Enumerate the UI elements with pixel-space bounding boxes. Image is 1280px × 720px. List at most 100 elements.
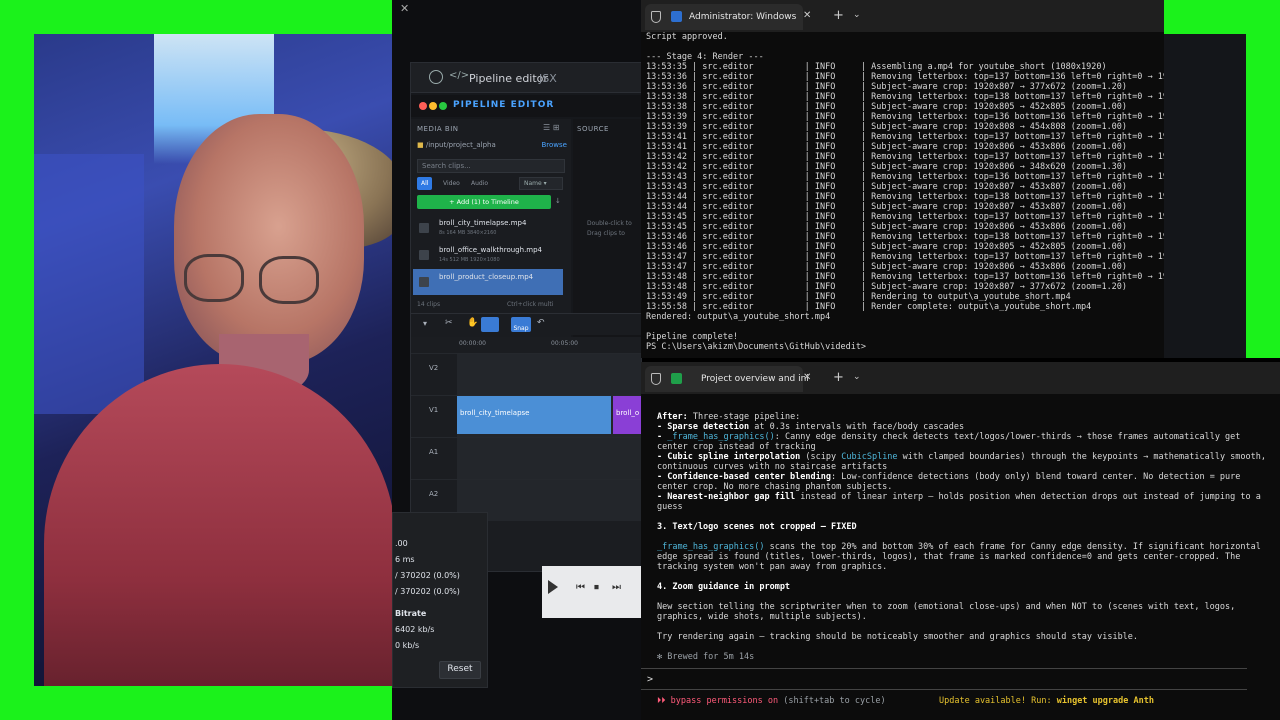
clip-item[interactable]: broll_office_walkthrough.mp4 14s 512 MB … xyxy=(413,242,563,268)
terminal-line: --- Stage 4: Render --- xyxy=(646,52,764,62)
track-label: V1 xyxy=(429,406,439,414)
terminal-line: 13:53:39 | src.editor | INFO | Removing … xyxy=(646,112,1164,122)
filter-video[interactable]: Video xyxy=(439,177,464,190)
powershell-icon xyxy=(671,11,682,22)
track-v2[interactable]: V2 xyxy=(411,353,641,395)
select-tool-icon[interactable]: ▾ xyxy=(423,319,427,328)
terminal-line: 13:53:39 | src.editor | INFO | Subject-a… xyxy=(646,122,1128,132)
editor-title: PIPELINE EDITOR xyxy=(453,100,555,110)
terminal-tab[interactable]: Administrator: Windows PowerShell xyxy=(645,4,803,30)
close-tab-icon[interactable]: ✕ xyxy=(803,372,811,383)
razor-tool-icon[interactable]: ✂ xyxy=(445,318,453,328)
shield-icon xyxy=(651,11,661,23)
clip-item-selected[interactable]: broll_product_closeup.mp4 xyxy=(413,269,563,295)
play-icon[interactable] xyxy=(548,580,558,594)
clip-item[interactable]: broll_city_timelapse.mp4 8s 164 MB 3840×… xyxy=(413,215,563,241)
close-tab-icon[interactable]: ✕ xyxy=(803,10,811,21)
bullet-bold: - Nearest-neighbor gap fill xyxy=(657,492,796,502)
track-v1[interactable]: V1 broll_city_timelapse broll_o xyxy=(411,395,641,437)
bullet-bold: - Sparse detection xyxy=(657,422,750,432)
track-label: A2 xyxy=(429,490,439,498)
terminal-line: 13:53:46 | src.editor | INFO | Subject-a… xyxy=(646,242,1128,252)
prev-icon[interactable]: ⏮ xyxy=(576,582,585,593)
bullet-bold: - Confidence-based center blending xyxy=(657,472,831,482)
code-icon[interactable]: </> xyxy=(449,70,469,81)
track-area[interactable] xyxy=(457,438,641,479)
undo-icon[interactable]: ↶ xyxy=(537,318,545,328)
timeline-clip[interactable]: broll_city_timelapse xyxy=(457,396,611,434)
ripple-tool-icon[interactable] xyxy=(481,317,499,332)
source-hint: Double-click to Drag clips to xyxy=(587,220,632,237)
track-area[interactable] xyxy=(457,354,641,395)
update-command: winget upgrade Anth xyxy=(1056,696,1154,706)
status-line: ⏵⏵ bypass permissions on (shift+tab to c… xyxy=(657,696,886,706)
terminal-line: 13:53:47 | src.editor | INFO | Removing … xyxy=(646,252,1164,262)
timeline-clip[interactable]: broll_o xyxy=(613,396,641,434)
assistant-output[interactable]: After: Three-stage pipeline: - Sparse de… xyxy=(657,402,1267,672)
terminal-line: 13:53:45 | src.editor | INFO | Subject-a… xyxy=(646,222,1128,232)
section-heading: 3. Text/logo scenes not cropped — FIXED xyxy=(657,522,857,532)
terminal-line: 13:53:43 | src.editor | INFO | Removing … xyxy=(646,172,1164,182)
terminal-line: 13:53:48 | src.editor | INFO | Subject-a… xyxy=(646,282,1128,292)
filter-audio[interactable]: Audio xyxy=(467,177,492,190)
add-to-timeline-button[interactable]: + Add (1) to Timeline xyxy=(417,195,551,209)
track-a1[interactable]: A1 xyxy=(411,437,641,479)
hand-tool-icon[interactable]: ✋ xyxy=(467,318,478,328)
stop-icon[interactable]: ⏹ xyxy=(594,582,599,593)
maximize-dot-icon[interactable] xyxy=(439,102,447,110)
terminal-output[interactable]: Script approved. --- Stage 4: Render ---… xyxy=(646,32,1164,352)
terminal-line: Script approved. xyxy=(646,32,728,42)
chevron-down-icon[interactable]: ⌄ xyxy=(853,10,861,20)
timeline-toolbar: ▾ ✂ ✋ Snap ↶ xyxy=(411,313,641,335)
next-icon[interactable]: ⏭ xyxy=(612,582,621,593)
new-tab-icon[interactable]: + xyxy=(833,8,844,23)
terminal-app-icon xyxy=(671,373,682,384)
clip-search-input[interactable]: Search clips... xyxy=(417,159,565,173)
editor-tab[interactable]: </> Pipeline editor JSX xyxy=(411,63,641,93)
terminal-line: 13:53:49 | src.editor | INFO | Rendering… xyxy=(646,292,1071,302)
chevron-down-icon[interactable]: ⌄ xyxy=(853,372,861,382)
bullet-code: _frame_has_graphics() xyxy=(667,432,775,442)
track-area[interactable]: broll_city_timelapse broll_o xyxy=(457,396,641,437)
prompt-input[interactable]: > xyxy=(641,668,1247,690)
ruler-tick: 00:05:00 xyxy=(551,340,578,347)
browse-link[interactable]: Browse xyxy=(542,141,568,149)
filter-all[interactable]: All xyxy=(417,177,433,190)
clip-name: broll_office_walkthrough.mp4 xyxy=(439,246,543,254)
close-icon[interactable]: ✕ xyxy=(400,2,409,15)
mode-arrows-icon: ⏵⏵ xyxy=(657,696,666,706)
reset-button[interactable]: Reset xyxy=(439,661,481,679)
terminal-line: Rendered: output\a_youtube_short.mp4 xyxy=(646,312,831,322)
clip-count: 14 clips xyxy=(417,301,441,308)
minimize-dot-icon[interactable] xyxy=(429,102,437,110)
snap-toggle[interactable]: Snap xyxy=(511,317,531,332)
track-label: A1 xyxy=(429,448,439,456)
terminal-line: 13:53:48 | src.editor | INFO | Removing … xyxy=(646,272,1164,282)
stats-value: 6 ms xyxy=(395,555,415,564)
clip-name: broll_city_timelapse.mp4 xyxy=(439,219,527,227)
new-tab-icon[interactable]: + xyxy=(833,370,844,385)
terminal-tab[interactable]: Project overview and initial xyxy=(645,366,809,392)
terminal-tab-title: Project overview and initial xyxy=(701,374,809,384)
bullet: - _frame_has_graphics(): Canny edge dens… xyxy=(657,432,1246,452)
terminal-line: Pipeline complete! xyxy=(646,332,739,342)
folder-icon: ■ xyxy=(417,141,424,149)
bitrate-value: 6402 kb/s xyxy=(395,625,435,634)
terminal-line: 13:53:36 | src.editor | INFO | Subject-a… xyxy=(646,82,1128,92)
sort-select[interactable]: Name ▾ xyxy=(519,177,563,190)
clip-meta: 8s 164 MB 3840×2160 xyxy=(439,230,497,236)
editor-header: PIPELINE EDITOR xyxy=(411,95,641,117)
clip-meta: 14s 512 MB 1920×1080 xyxy=(439,257,500,263)
list-view-icon[interactable]: ☰ ⊞ xyxy=(543,123,559,132)
terminal-line: 13:53:47 | src.editor | INFO | Subject-a… xyxy=(646,262,1128,272)
close-dot-icon[interactable] xyxy=(419,102,427,110)
bitrate-value: 0 kb/s xyxy=(395,641,420,650)
mode-hint: (shift+tab to cycle) xyxy=(783,696,886,706)
download-icon[interactable]: ↓ xyxy=(555,197,561,205)
terminal-line: 13:53:41 | src.editor | INFO | Removing … xyxy=(646,132,1164,142)
timeline-ruler[interactable]: 00:00:00 00:05:00 xyxy=(459,337,641,351)
eye-icon[interactable] xyxy=(429,70,443,84)
ruler-tick: 00:00:00 xyxy=(459,340,486,347)
terminal-line: 13:53:43 | src.editor | INFO | Subject-a… xyxy=(646,182,1128,192)
